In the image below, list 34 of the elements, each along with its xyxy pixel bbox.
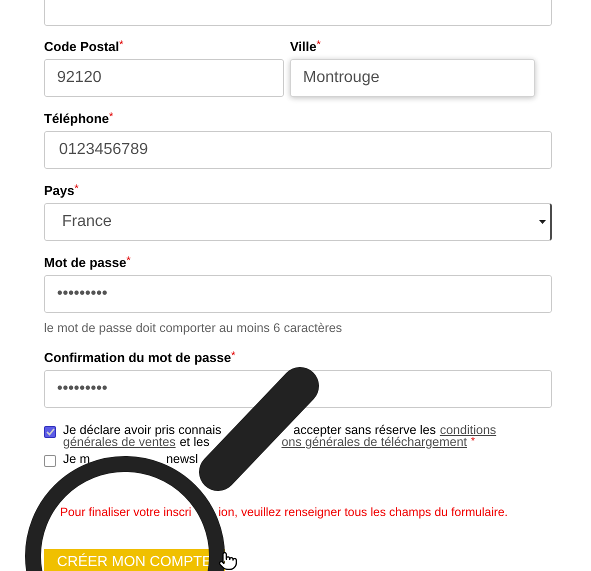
consent-text: accepter sans réserve les (293, 424, 436, 436)
field-label: Mot de passe (44, 255, 126, 271)
input-field[interactable]: 0123456789 (44, 131, 552, 169)
consent-text: newsl (166, 453, 198, 465)
checkbox[interactable] (44, 426, 56, 438)
terms-link[interactable]: ons générales de téléchargement (281, 436, 468, 448)
consent-text: Je déclare avoir pris connais (63, 424, 222, 436)
required-mark: * (316, 39, 321, 51)
password-field[interactable]: ••••••••• (44, 370, 552, 408)
required-mark: * (109, 111, 114, 123)
error-message: ion, veuillez renseigner tous les champs du formulaire. (218, 504, 508, 520)
required-mark: * (119, 39, 124, 51)
check-icon (46, 428, 54, 436)
required-mark: * (231, 350, 236, 362)
required-mark: * (74, 183, 79, 195)
field-label: Code Postal (44, 39, 120, 55)
field-label: Confirmation du mot de passe (44, 350, 232, 366)
terms-link[interactable]: conditions (440, 424, 496, 436)
error-message: Pour finaliser votre inscri (60, 504, 192, 520)
field-label: Pays (44, 183, 74, 199)
checkbox[interactable] (44, 455, 56, 467)
field-label: Téléphone (44, 111, 110, 127)
select-field[interactable]: France (44, 203, 552, 241)
consent-text: Je m (63, 453, 90, 465)
input-field[interactable]: Montrouge (290, 59, 535, 97)
required-mark: * (126, 255, 131, 267)
password-field[interactable]: ••••••••• (44, 275, 552, 313)
required-mark: * (471, 436, 475, 448)
input-field[interactable]: 92120 (44, 59, 284, 97)
caret-icon (539, 220, 546, 224)
hint-text: le mot de passe doit comporter au moins 6 caractères (44, 320, 344, 336)
field-label: Ville (290, 39, 317, 55)
terms-link[interactable]: générales de ventes (63, 436, 176, 448)
consent-text: et les (180, 436, 210, 448)
